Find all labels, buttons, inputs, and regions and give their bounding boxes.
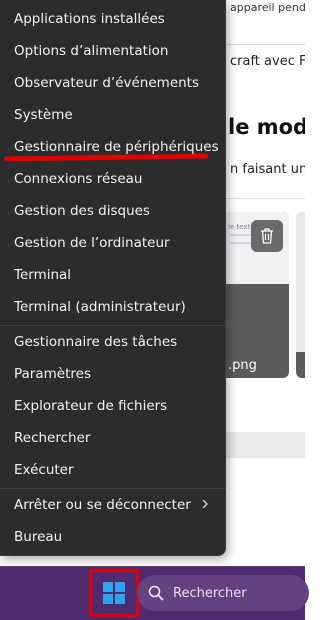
menu-item-label: Observateur d’événements [14,75,200,91]
menu-item-power-options[interactable]: Options d’alimentation [4,36,222,66]
menu-item-label: Applications installées [14,11,165,27]
menu-divider [0,325,226,326]
menu-item-system[interactable]: Système [4,100,222,130]
menu-item-label: Terminal [14,267,72,283]
search-placeholder: Rechercher [173,585,247,601]
background-divider [226,198,305,199]
menu-item-label: Explorateur de fichiers [14,398,168,414]
menu-item-terminal-admin[interactable]: Terminal (administrateur) [4,292,222,322]
menu-item-run[interactable]: Exécuter [4,455,222,485]
menu-item-label: Paramètres [14,366,91,382]
chevron-right-icon [202,499,208,509]
menu-item-label: Exécuter [14,462,74,478]
menu-item-installed-apps[interactable]: Applications installées [4,4,222,34]
image-thumbnail[interactable] [296,212,305,378]
menu-item-settings[interactable]: Paramètres [4,359,222,389]
menu-item-search[interactable]: Rechercher [4,423,222,453]
delete-button[interactable] [251,220,283,252]
annotation-highlight-box [89,569,139,617]
start-button[interactable] [89,569,139,617]
menu-item-label: Options d’alimentation [14,43,169,59]
menu-item-label: Connexions réseau [14,171,143,187]
menu-item-task-manager[interactable]: Gestionnaire des tâches [4,327,222,357]
menu-item-label: Système [14,107,73,123]
taskbar-search[interactable]: Rechercher [137,575,309,611]
background-divider [226,44,305,45]
menu-item-label: Gestion des disques [14,203,150,219]
menu-divider [0,488,226,489]
background-text: appareil pendant [230,1,305,14]
trash-icon [261,228,273,244]
menu-item-disk-management[interactable]: Gestion des disques [4,196,222,226]
background-heading: le modè [228,115,305,139]
background-text: craft avec Fon [230,54,305,69]
background-text: n faisant un c [230,162,305,177]
menu-item-label: Bureau [14,529,63,545]
menu-item-label: Gestionnaire de périphériques [14,139,219,155]
menu-item-network-connections[interactable]: Connexions réseau [4,164,222,194]
menu-item-desktop[interactable]: Bureau [4,522,222,552]
menu-item-label: Arrêter ou se déconnecter [14,497,191,513]
taskbar: Rechercher [0,566,309,620]
menu-item-label: Gestion de l’ordinateur [14,235,170,251]
menu-item-file-explorer[interactable]: Explorateur de fichiers [4,391,222,421]
menu-item-event-viewer[interactable]: Observateur d’événements [4,68,222,98]
menu-item-label: Gestionnaire des tâches [14,334,178,350]
menu-item-computer-management[interactable]: Gestion de l’ordinateur [4,228,222,258]
quick-link-menu: Applications installées Options d’alimen… [0,0,226,556]
background-band [226,432,305,458]
menu-item-terminal[interactable]: Terminal [4,260,222,290]
menu-item-label: Rechercher [14,430,91,446]
menu-item-label: Terminal (administrateur) [14,299,186,315]
menu-item-shutdown-signout[interactable]: Arrêter ou se déconnecter [4,490,222,520]
search-icon [147,584,165,602]
thumbnail-filename: .png [228,358,257,373]
